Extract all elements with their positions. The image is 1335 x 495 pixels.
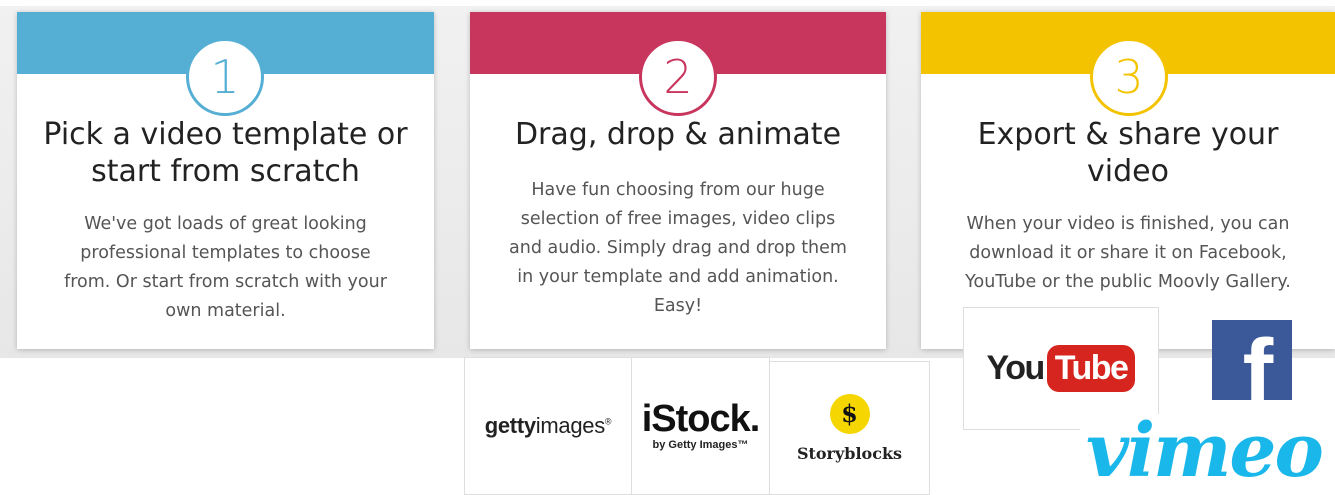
- youtube-logo: You Tube: [963, 307, 1159, 430]
- step-1-number-badge: 1: [186, 38, 264, 116]
- step-1-description: We've got loads of great looking profess…: [64, 214, 387, 321]
- step-3-number: 3: [1114, 50, 1144, 104]
- storyblocks-logo: $ Storyblocks: [769, 361, 930, 495]
- step-card-3: 3 Export & share your video When your vi…: [921, 12, 1335, 349]
- step-1-number: 1: [210, 50, 240, 104]
- step-1-title: Pick a video template or start from scra…: [43, 117, 408, 189]
- vimeo-logo: vimeo: [1080, 414, 1335, 493]
- step-3-description: When your video is finished, you can dow…: [965, 214, 1291, 292]
- step-card-1: 1 Pick a video template or start from sc…: [17, 12, 434, 349]
- gettyimages-logo: gettyimages®: [464, 357, 632, 495]
- step-3-title: Export & share your video: [977, 117, 1279, 189]
- storyblocks-icon: $: [829, 393, 870, 434]
- step-2-description: Have fun choosing from our huge selectio…: [509, 180, 847, 316]
- step-2-number: 2: [663, 50, 693, 104]
- facebook-logo: f: [1212, 320, 1292, 400]
- step-card-2: 2 Drag, drop & animate Have fun choosing…: [470, 12, 886, 349]
- istock-logo: iStock. by Getty Images™: [631, 357, 770, 495]
- step-2-title: Drag, drop & animate: [514, 117, 842, 152]
- step-3-number-badge: 3: [1090, 38, 1168, 116]
- facebook-icon: f: [1242, 321, 1274, 400]
- step-2-number-badge: 2: [639, 38, 717, 116]
